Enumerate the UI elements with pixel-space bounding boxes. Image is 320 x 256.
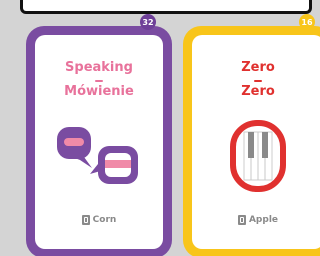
count-badge: 16 — [299, 14, 315, 30]
card-word: Zero — [241, 60, 275, 75]
card-word: Speaking — [65, 60, 133, 75]
phone-icon — [237, 215, 246, 225]
card-owner: Apple — [194, 215, 320, 225]
separator-dash — [95, 80, 103, 82]
phone-icon — [81, 215, 90, 225]
speech-bubbles-icon — [52, 124, 144, 194]
count-badge: 32 — [140, 14, 156, 30]
piano-keys-icon — [230, 120, 286, 196]
card-translation: Zero — [241, 84, 275, 99]
owner-name: Corn — [92, 215, 117, 225]
card-owner: Corn — [35, 215, 163, 225]
top-panel-frame — [20, 0, 312, 14]
card-carousel: 32 Speaking Mówienie Corn 16 Zero Zero A… — [0, 0, 320, 256]
owner-name: Apple — [248, 215, 279, 225]
separator-dash — [254, 80, 262, 82]
card-translation: Mówienie — [64, 84, 134, 99]
